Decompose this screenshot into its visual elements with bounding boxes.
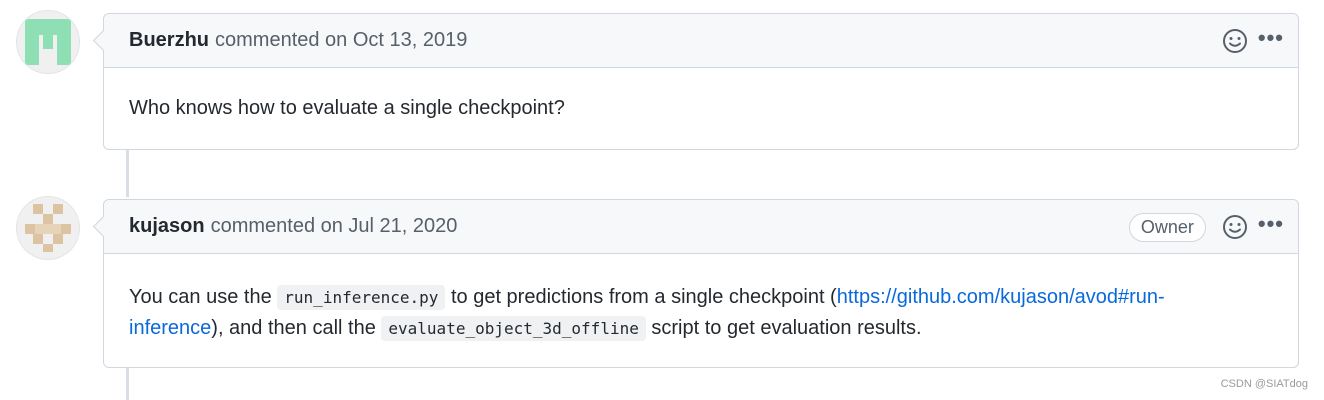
identicon-icon [17, 11, 79, 73]
timeline-line [126, 149, 129, 197]
comment-text: to get predictions from a single checkpo… [445, 286, 837, 308]
comment-text: ), and then call the [211, 317, 382, 339]
watermark: CSDN @SIATdog [1220, 378, 1308, 390]
comment-actions: Owner ••• [1128, 200, 1284, 254]
inline-code: evaluate_object_3d_offline [381, 316, 646, 341]
inline-code: run_inference.py [277, 285, 446, 310]
smiley-icon[interactable] [1222, 28, 1248, 54]
comment-card: Buerzhu commented on Oct 13, 2019 ••• Wh… [103, 13, 1299, 150]
comment-actions: ••• [1222, 14, 1284, 68]
comment-text: Who knows how to evaluate a single check… [129, 97, 565, 119]
comment-text: script to get evaluation results. [645, 317, 922, 339]
timeline-line [126, 368, 129, 400]
comment-header: kujason commented on Jul 21, 2020 Owner … [104, 200, 1298, 254]
kebab-horizontal-icon[interactable]: ••• [1258, 211, 1284, 237]
avatar-kujason[interactable] [17, 197, 79, 259]
comment-timestamp[interactable]: commented on Oct 13, 2019 [215, 29, 467, 52]
comment-timestamp[interactable]: commented on Jul 21, 2020 [211, 215, 458, 238]
comment-header: Buerzhu commented on Oct 13, 2019 ••• [104, 14, 1298, 68]
owner-badge: Owner [1128, 212, 1206, 242]
comment-card: kujason commented on Jul 21, 2020 Owner … [103, 199, 1299, 368]
identicon-icon [17, 197, 79, 259]
kebab-horizontal-icon[interactable]: ••• [1258, 25, 1284, 51]
avatar-buerzhu[interactable] [17, 11, 79, 73]
comment-body: Who knows how to evaluate a single check… [104, 68, 1298, 120]
comment-author[interactable]: kujason [129, 215, 205, 238]
comment-text: You can use the [129, 286, 278, 308]
comment-body: You can use the run_inference.py to get … [104, 254, 1298, 344]
comment-author[interactable]: Buerzhu [129, 29, 209, 52]
smiley-icon[interactable] [1222, 214, 1248, 240]
